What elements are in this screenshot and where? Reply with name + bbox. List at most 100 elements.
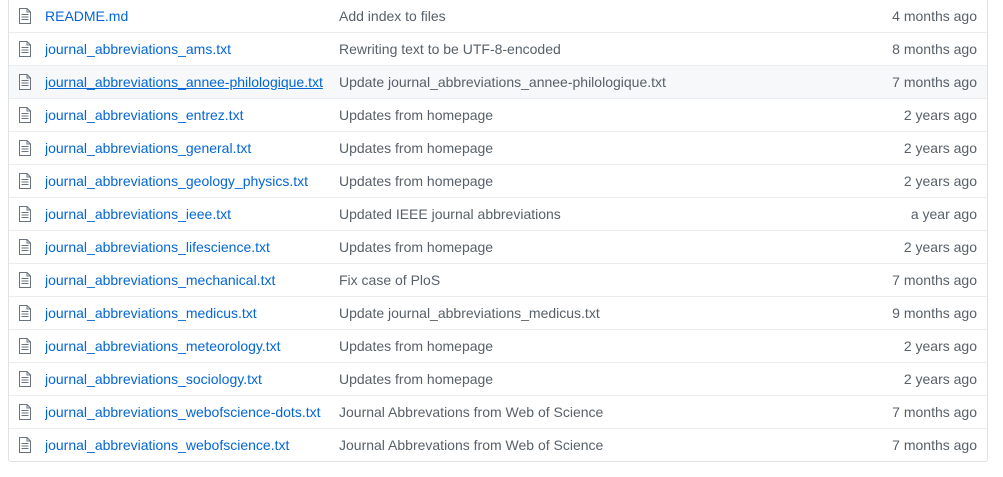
commit-message-cell: Updates from homepage [339,140,859,156]
file-name-link[interactable]: journal_abbreviations_lifescience.txt [45,239,270,255]
file-row[interactable]: journal_abbreviations_webofscience.txt J… [9,428,987,461]
commit-age: 2 years ago [903,140,977,156]
file-row[interactable]: journal_abbreviations_sociology.txt Upda… [9,362,987,395]
commit-message-link[interactable]: Updates from homepage [339,239,493,255]
file-name-link[interactable]: journal_abbreviations_meteorology.txt [45,338,281,354]
commit-age: 2 years ago [903,107,977,123]
commit-message-cell: Updates from homepage [339,338,859,354]
file-text-icon [9,74,45,90]
commit-message-link[interactable]: Fix case of PloS [339,272,440,288]
file-text-icon [9,272,45,288]
commit-message-cell: Rewriting text to be UTF-8-encoded [339,41,859,57]
file-name-cell: journal_abbreviations_lifescience.txt [45,239,339,255]
file-name-link[interactable]: journal_abbreviations_webofscience.txt [45,437,289,453]
commit-message-cell: Update journal_abbreviations_annee-philo… [339,74,859,90]
file-text-icon [9,338,45,354]
commit-age: 7 months ago [892,272,977,288]
file-name-cell: journal_abbreviations_geology_physics.tx… [45,173,339,189]
commit-message-link[interactable]: Updates from homepage [339,371,493,387]
commit-message-link[interactable]: Updated IEEE journal abbreviations [339,206,561,222]
file-row[interactable]: README.md Add index to files 4 months ag… [9,0,987,32]
file-name-link[interactable]: journal_abbreviations_mechanical.txt [45,272,275,288]
file-name-link[interactable]: journal_abbreviations_annee-philologique… [45,74,323,90]
commit-message-cell: Journal Abbrevations from Web of Science [339,404,859,420]
file-row[interactable]: journal_abbreviations_meteorology.txt Up… [9,329,987,362]
file-name-link[interactable]: journal_abbreviations_sociology.txt [45,371,262,387]
commit-age-cell: 8 months ago [859,41,987,57]
file-name-link[interactable]: journal_abbreviations_ieee.txt [45,206,231,222]
file-name-cell: journal_abbreviations_meteorology.txt [45,338,339,354]
file-row[interactable]: journal_abbreviations_ieee.txt Updated I… [9,197,987,230]
file-row[interactable]: journal_abbreviations_general.txt Update… [9,131,987,164]
commit-message-link[interactable]: Updates from homepage [339,140,493,156]
commit-age: 7 months ago [892,437,977,453]
file-row[interactable]: journal_abbreviations_ams.txt Rewriting … [9,32,987,65]
file-rows: README.md Add index to files 4 months ag… [9,0,987,461]
file-list-table: README.md Add index to files 4 months ag… [8,0,988,462]
commit-message-cell: Updates from homepage [339,173,859,189]
file-name-link[interactable]: journal_abbreviations_ams.txt [45,41,231,57]
file-text-icon [9,140,45,156]
commit-message-link[interactable]: Rewriting text to be UTF-8-encoded [339,41,561,57]
commit-message-link[interactable]: Updates from homepage [339,173,493,189]
file-text-icon [9,371,45,387]
commit-age: 2 years ago [903,371,977,387]
commit-age-cell: 4 months ago [859,8,987,24]
file-row[interactable]: journal_abbreviations_annee-philologique… [9,65,987,98]
file-text-icon [9,107,45,123]
commit-age-cell: 7 months ago [859,437,987,453]
file-row[interactable]: journal_abbreviations_lifescience.txt Up… [9,230,987,263]
commit-age: 9 months ago [892,305,977,321]
commit-message-cell: Update journal_abbreviations_medicus.txt [339,305,859,321]
commit-message-link[interactable]: Add index to files [339,8,446,24]
file-name-cell: journal_abbreviations_mechanical.txt [45,272,339,288]
file-name-link[interactable]: journal_abbreviations_general.txt [45,140,251,156]
file-text-icon [9,305,45,321]
commit-age: 4 months ago [892,8,977,24]
commit-age-cell: 2 years ago [859,338,987,354]
file-row[interactable]: journal_abbreviations_webofscience-dots.… [9,395,987,428]
commit-message-link[interactable]: Journal Abbrevations from Web of Science [339,404,603,420]
commit-message-link[interactable]: Update journal_abbreviations_medicus.txt [339,305,600,321]
file-text-icon [9,404,45,420]
file-row[interactable]: journal_abbreviations_geology_physics.tx… [9,164,987,197]
file-row[interactable]: journal_abbreviations_mechanical.txt Fix… [9,263,987,296]
commit-age-cell: 2 years ago [859,140,987,156]
commit-age-cell: a year ago [859,206,987,222]
commit-age-cell: 9 months ago [859,305,987,321]
commit-age: 7 months ago [892,404,977,420]
commit-message-cell: Fix case of PloS [339,272,859,288]
commit-age-cell: 2 years ago [859,371,987,387]
file-name-link[interactable]: journal_abbreviations_geology_physics.tx… [45,173,308,189]
file-text-icon [9,437,45,453]
file-name-cell: journal_abbreviations_ieee.txt [45,206,339,222]
commit-message-cell: Updates from homepage [339,107,859,123]
file-name-link[interactable]: journal_abbreviations_entrez.txt [45,107,243,123]
file-text-icon [9,173,45,189]
file-row[interactable]: journal_abbreviations_medicus.txt Update… [9,296,987,329]
commit-message-link[interactable]: Journal Abbrevations from Web of Science [339,437,603,453]
file-name-cell: journal_abbreviations_general.txt [45,140,339,156]
commit-age: 8 months ago [892,41,977,57]
commit-message-cell: Add index to files [339,8,859,24]
file-name-cell: README.md [45,8,339,24]
commit-message-cell: Updates from homepage [339,371,859,387]
file-name-cell: journal_abbreviations_medicus.txt [45,305,339,321]
commit-message-link[interactable]: Updates from homepage [339,338,493,354]
commit-age: a year ago [910,206,977,222]
file-name-cell: journal_abbreviations_annee-philologique… [45,74,339,90]
file-text-icon [9,41,45,57]
file-row[interactable]: journal_abbreviations_entrez.txt Updates… [9,98,987,131]
commit-message-link[interactable]: Updates from homepage [339,107,493,123]
file-name-cell: journal_abbreviations_entrez.txt [45,107,339,123]
file-name-link[interactable]: journal_abbreviations_webofscience-dots.… [45,404,321,420]
commit-message-link[interactable]: Update journal_abbreviations_annee-philo… [339,74,666,90]
file-name-cell: journal_abbreviations_ams.txt [45,41,339,57]
file-name-link[interactable]: README.md [45,8,128,24]
commit-age: 2 years ago [903,173,977,189]
commit-age-cell: 2 years ago [859,173,987,189]
commit-age-cell: 2 years ago [859,107,987,123]
file-name-cell: journal_abbreviations_webofscience.txt [45,437,339,453]
file-name-link[interactable]: journal_abbreviations_medicus.txt [45,305,257,321]
commit-message-cell: Journal Abbrevations from Web of Science [339,437,859,453]
